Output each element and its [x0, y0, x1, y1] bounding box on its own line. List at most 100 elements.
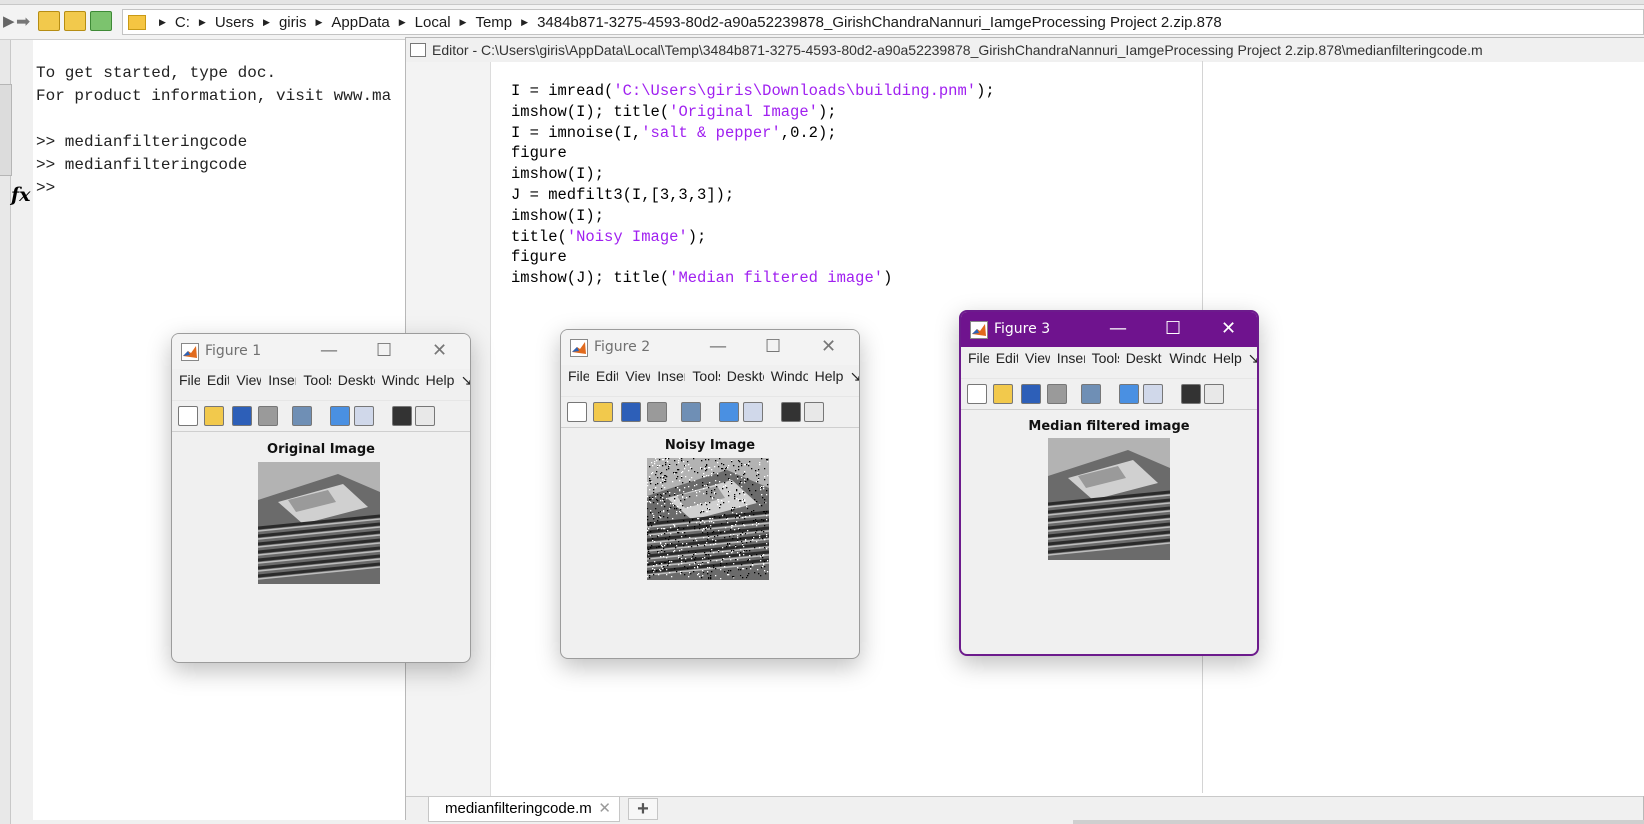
minimize-icon[interactable]: — [1109, 318, 1127, 339]
menu-item-insert[interactable]: Insert [1050, 350, 1085, 376]
menu-item-help[interactable]: Help [419, 372, 455, 398]
search-folder-icon[interactable] [90, 11, 112, 31]
menu-item-tools[interactable]: Tools [685, 368, 719, 394]
print-icon[interactable] [258, 406, 278, 426]
maximize-icon[interactable]: ☐ [765, 336, 781, 357]
code-line[interactable]: imshow(I); [511, 165, 604, 183]
new-figure-icon[interactable] [178, 406, 198, 426]
link-plot-icon[interactable] [292, 406, 312, 426]
print-icon[interactable] [647, 402, 667, 422]
figure-title-bar[interactable]: Figure 2 — ☐ ✕ [561, 330, 859, 365]
minimize-icon[interactable]: — [709, 336, 727, 357]
pointer-icon[interactable] [1181, 384, 1201, 404]
current-folder-path[interactable]: ▶ C: ▶ Users ▶ giris ▶ AppData ▶ Local ▶… [122, 9, 1644, 35]
legend-icon[interactable] [354, 406, 374, 426]
path-crumb[interactable]: Temp [469, 14, 518, 31]
colorbar-icon[interactable] [330, 406, 350, 426]
menu-item-file[interactable]: File [561, 368, 589, 394]
save-icon[interactable] [1021, 384, 1041, 404]
open-file-icon[interactable] [593, 402, 613, 422]
save-icon[interactable] [621, 402, 641, 422]
open-file-icon[interactable] [993, 384, 1013, 404]
code-line[interactable]: imshow(J); title('Median filtered image'… [511, 269, 892, 287]
pointer-icon[interactable] [392, 406, 412, 426]
menu-item-insert[interactable]: Insert [261, 372, 296, 398]
property-editor-icon[interactable] [415, 406, 435, 426]
menu-overflow-icon[interactable]: ↘ [1242, 350, 1257, 376]
close-tab-icon[interactable]: ✕ [598, 797, 611, 821]
menu-item-window[interactable]: Window [1162, 350, 1206, 376]
close-icon[interactable]: ✕ [821, 336, 836, 357]
property-editor-icon[interactable] [1204, 384, 1224, 404]
property-editor-icon[interactable] [804, 402, 824, 422]
path-crumb[interactable]: C: [169, 14, 196, 31]
menu-item-file[interactable]: File [961, 350, 989, 376]
figure-window-3[interactable]: Figure 3 — ☐ ✕ FileEditViewInsertToolsDeskto… [959, 310, 1259, 656]
forward-arrow-icon[interactable]: ➡ [16, 12, 30, 32]
open-file-icon[interactable] [204, 406, 224, 426]
figure-window-1[interactable]: Figure 1 — ☐ ✕ FileEditViewInsertToolsDeskto… [171, 333, 471, 663]
menu-item-view[interactable]: View [1018, 350, 1050, 376]
function-browser-icon[interactable]: fx [11, 184, 31, 206]
menu-item-edit[interactable]: Edit [589, 368, 619, 394]
path-crumb[interactable]: Local [409, 14, 457, 31]
command-prompt[interactable]: >> [36, 179, 55, 197]
menu-item-view[interactable]: View [618, 368, 650, 394]
code-line[interactable]: I = imnoise(I,'salt & pepper',0.2); [511, 124, 837, 142]
up-folder-icon[interactable] [38, 11, 60, 31]
browse-folder-icon[interactable] [64, 11, 86, 31]
new-figure-icon[interactable] [567, 402, 587, 422]
legend-icon[interactable] [1143, 384, 1163, 404]
path-crumb[interactable]: giris [273, 14, 313, 31]
menu-item-desktop[interactable]: Desktop [720, 368, 764, 394]
menu-item-help[interactable]: Help [1206, 350, 1242, 376]
figure-window-2[interactable]: Figure 2 — ☐ ✕ FileEditViewInsertToolsDeskto… [560, 329, 860, 659]
code-line[interactable]: imshow(I); title('Original Image'); [511, 103, 837, 121]
code-line[interactable]: imshow(I); [511, 207, 604, 225]
menu-item-file[interactable]: File [172, 372, 200, 398]
link-plot-icon[interactable] [1081, 384, 1101, 404]
minimize-icon[interactable]: — [320, 340, 338, 361]
path-crumb[interactable]: AppData [325, 14, 395, 31]
path-crumb[interactable]: Users [209, 14, 260, 31]
code-line[interactable]: figure [511, 248, 567, 266]
tab-medianfilteringcode[interactable]: medianfilteringcode.m ✕ [428, 797, 620, 822]
menu-item-view[interactable]: View [229, 372, 261, 398]
menu-item-tools[interactable]: Tools [1085, 350, 1119, 376]
maximize-icon[interactable]: ☐ [376, 340, 392, 361]
save-icon[interactable] [232, 406, 252, 426]
colorbar-icon[interactable] [719, 402, 739, 422]
print-icon[interactable] [1047, 384, 1067, 404]
current-folder-panel-strip[interactable] [0, 40, 12, 824]
code-line[interactable]: J = medfilt3(I,[3,3,3]); [511, 186, 734, 204]
pointer-icon[interactable] [781, 402, 801, 422]
menu-item-desktop[interactable]: Desktop [331, 372, 375, 398]
current-folder-tab[interactable] [0, 84, 12, 176]
code-line[interactable]: I = imread('C:\Users\giris\Downloads\bui… [511, 82, 995, 100]
code-token: I = imnoise(I, [511, 123, 642, 142]
menu-item-window[interactable]: Window [375, 372, 419, 398]
close-icon[interactable]: ✕ [432, 340, 447, 361]
figure-title-bar[interactable]: Figure 3 — ☐ ✕ [961, 312, 1257, 347]
link-plot-icon[interactable] [681, 402, 701, 422]
code-line[interactable]: figure [511, 144, 567, 162]
back-arrow-icon[interactable]: ▶ [3, 12, 15, 30]
menu-item-window[interactable]: Window [764, 368, 808, 394]
colorbar-icon[interactable] [1119, 384, 1139, 404]
path-crumb[interactable]: 3484b871-3275-4593-80d2-a90a52239878_Gir… [531, 14, 1228, 31]
menu-item-desktop[interactable]: Desktop [1119, 350, 1163, 376]
legend-icon[interactable] [743, 402, 763, 422]
menu-item-insert[interactable]: Insert [650, 368, 685, 394]
menu-item-edit[interactable]: Edit [200, 372, 230, 398]
menu-item-help[interactable]: Help [808, 368, 844, 394]
close-icon[interactable]: ✕ [1221, 318, 1236, 339]
menu-item-edit[interactable]: Edit [989, 350, 1018, 376]
new-tab-button[interactable]: + [628, 798, 658, 820]
menu-overflow-icon[interactable]: ↘ [455, 372, 470, 398]
menu-overflow-icon[interactable]: ↘ [844, 368, 859, 394]
menu-item-tools[interactable]: Tools [296, 372, 330, 398]
figure-title-bar[interactable]: Figure 1 — ☐ ✕ [172, 334, 470, 369]
new-figure-icon[interactable] [967, 384, 987, 404]
code-line[interactable]: title('Noisy Image'); [511, 228, 706, 246]
maximize-icon[interactable]: ☐ [1165, 318, 1181, 339]
